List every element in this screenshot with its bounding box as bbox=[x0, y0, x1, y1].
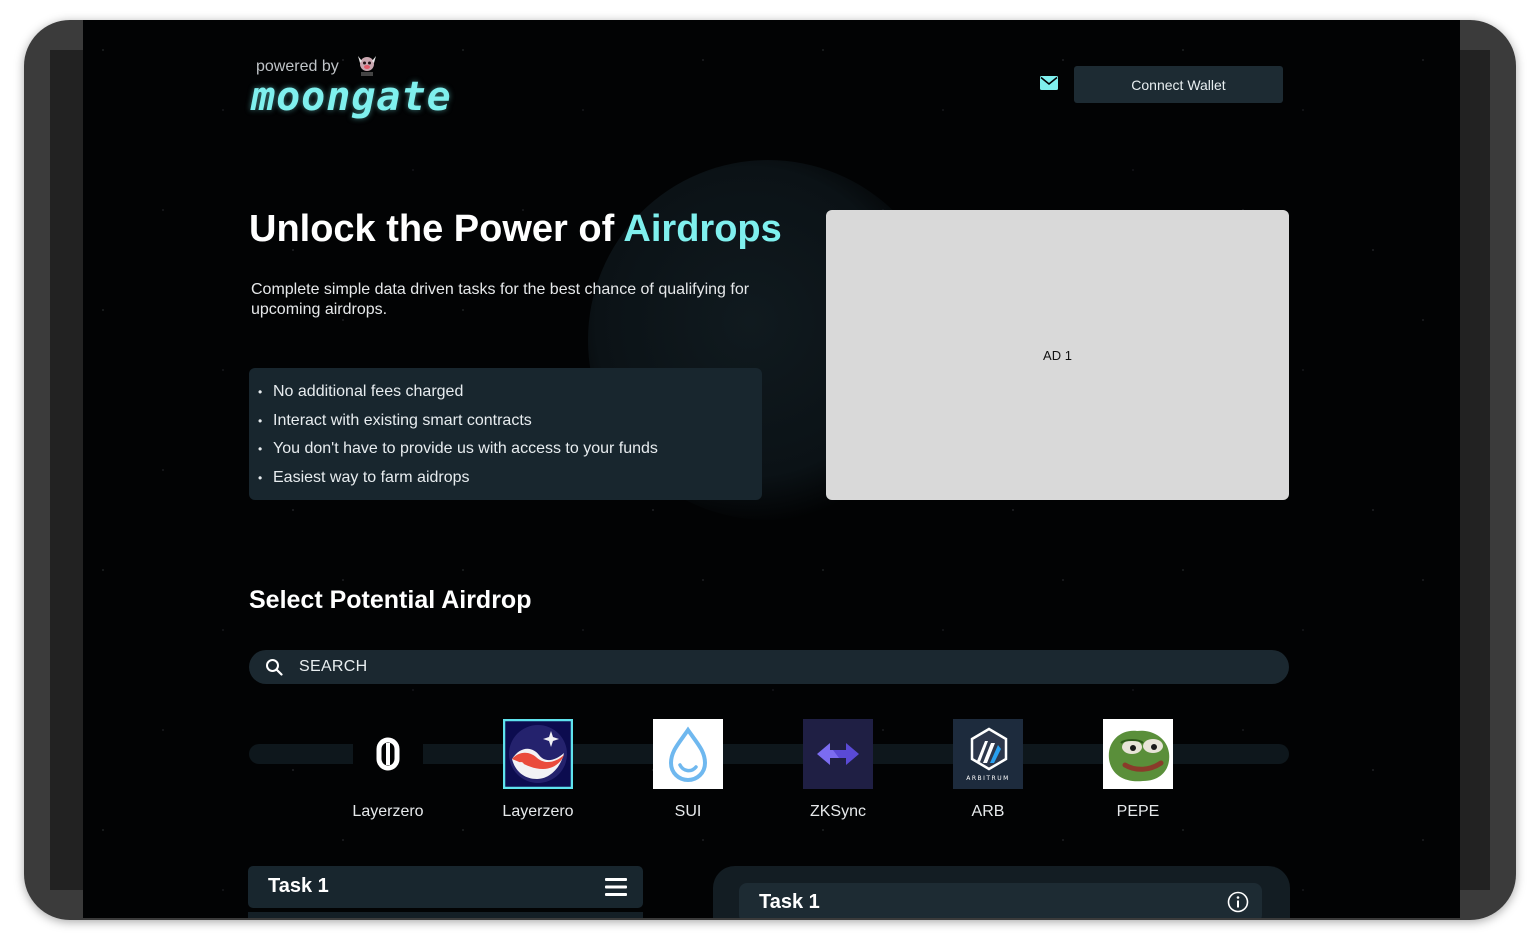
starknet-icon bbox=[503, 719, 573, 789]
ad-placeholder[interactable]: AD 1 bbox=[826, 210, 1289, 500]
app-screen: powered by moongate Connect Wallet Unloc… bbox=[83, 20, 1460, 918]
hero-subtitle: Complete simple data driven tasks for th… bbox=[251, 281, 750, 318]
feature-item: Interact with existing smart contracts bbox=[258, 407, 762, 436]
task-detail-title: Task 1 bbox=[759, 891, 820, 913]
token-arb[interactable]: ARBITRUM ARB bbox=[953, 719, 1023, 820]
hamburger-menu-icon[interactable] bbox=[604, 877, 628, 897]
token-label: PEPE bbox=[1116, 803, 1160, 820]
hero-title-accent: Airdrops bbox=[623, 208, 782, 250]
token-zksync[interactable]: ZKSync bbox=[803, 719, 873, 820]
pepe-icon bbox=[1103, 719, 1173, 789]
info-icon[interactable] bbox=[1227, 891, 1249, 913]
layerzero-icon bbox=[353, 719, 423, 789]
search-bar[interactable] bbox=[249, 650, 1289, 684]
arbitrum-caption: ARBITRUM bbox=[966, 775, 1010, 782]
token-pepe[interactable]: PEPE bbox=[1103, 719, 1173, 820]
token-starknet[interactable]: Layerzero bbox=[502, 719, 574, 820]
token-label: ZKSync bbox=[809, 803, 866, 820]
section-title: Select Potential Airdrop bbox=[249, 586, 532, 614]
zksync-icon bbox=[803, 719, 873, 789]
connect-wallet-button[interactable]: Connect Wallet bbox=[1074, 66, 1283, 103]
hero-title: Unlock the Power of Airdrops bbox=[249, 208, 782, 251]
feature-item: No additional fees charged bbox=[258, 378, 762, 407]
arbitrum-icon: ARBITRUM bbox=[953, 719, 1023, 789]
task-detail-header[interactable]: Task 1 bbox=[739, 883, 1262, 918]
sui-icon bbox=[653, 719, 723, 789]
task-title: Task 1 bbox=[268, 875, 329, 897]
brand-wordmark: moongate bbox=[251, 74, 452, 120]
mail-icon[interactable] bbox=[1040, 76, 1058, 90]
search-icon bbox=[266, 659, 283, 676]
token-label: Layerzero bbox=[352, 803, 424, 820]
features-panel: No additional fees charged Interact with… bbox=[249, 368, 762, 500]
token-label: SUI bbox=[674, 803, 702, 820]
search-input[interactable] bbox=[299, 650, 1199, 684]
token-label: Layerzero bbox=[502, 803, 574, 820]
feature-item: Easiest way to farm aidrops bbox=[258, 464, 762, 493]
task-list-card[interactable]: Task 1 bbox=[248, 866, 643, 918]
ad-label: AD 1 bbox=[1043, 347, 1072, 363]
token-sui[interactable]: SUI bbox=[653, 719, 723, 820]
task-list-continuation bbox=[248, 912, 643, 918]
token-label: ARB bbox=[971, 803, 1005, 820]
task-detail-card: Task 1 bbox=[713, 866, 1290, 918]
token-layerzero[interactable]: Layerzero bbox=[352, 719, 424, 820]
feature-item: You don't have to provide us with access… bbox=[258, 435, 762, 464]
hero-title-prefix: Unlock the Power of bbox=[249, 208, 624, 250]
